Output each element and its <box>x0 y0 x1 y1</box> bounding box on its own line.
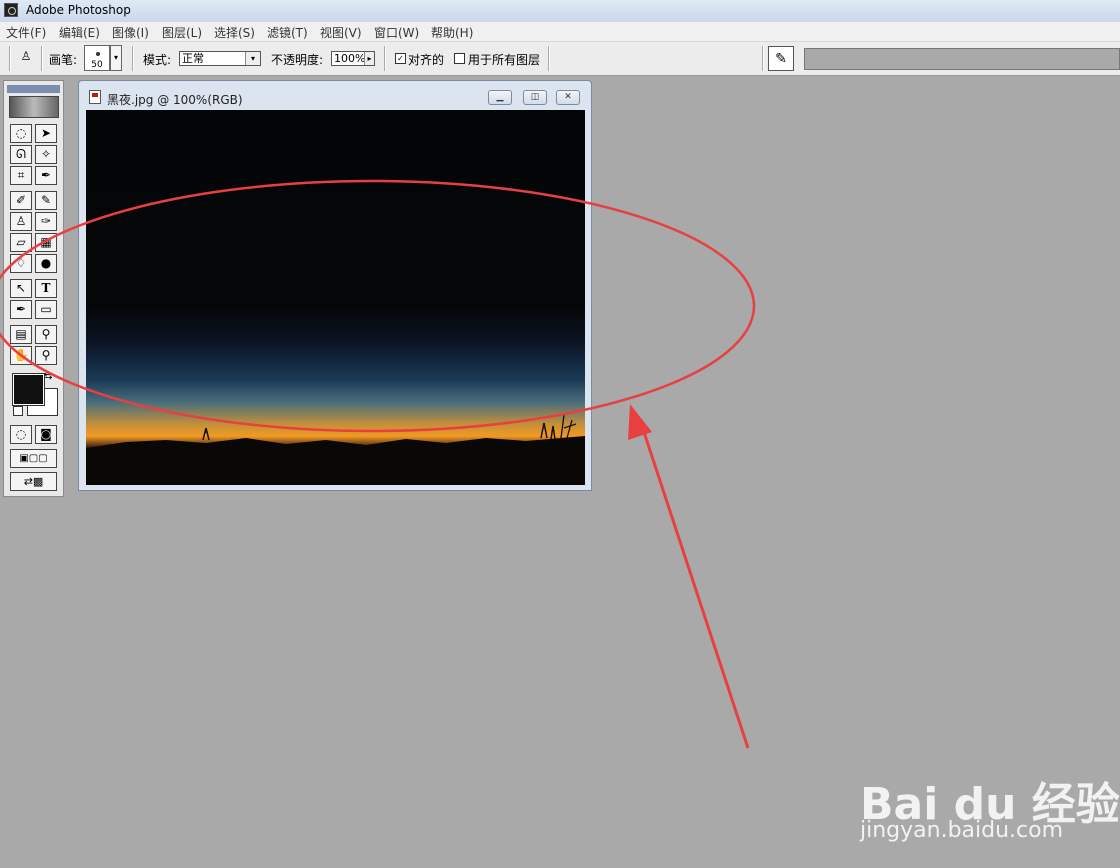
history-brush-icon[interactable]: ✑ <box>35 212 57 231</box>
opacity-value: 100% <box>334 52 366 65</box>
eyedropper-icon[interactable]: ⚲ <box>35 325 57 344</box>
shape-icon[interactable]: ▭ <box>35 300 57 319</box>
options-divider <box>132 46 134 71</box>
options-divider <box>41 46 43 71</box>
crop-icon[interactable]: ⌗ <box>10 166 32 185</box>
toolbox-header[interactable] <box>7 85 60 93</box>
mode-value: 正常 <box>182 52 204 65</box>
photoshop-app-icon <box>4 3 18 17</box>
opacity-field[interactable]: 100% ▸ <box>331 51 375 66</box>
blur-icon[interactable]: ♢ <box>10 254 32 273</box>
all-layers-label: 用于所有图层 <box>468 53 541 67</box>
options-divider <box>548 46 550 71</box>
window-title: Adobe Photoshop <box>26 3 131 17</box>
menu-window[interactable]: 窗口(W) <box>374 24 419 41</box>
move-icon[interactable]: ➤ <box>35 124 57 143</box>
maximize-button[interactable]: ◫ <box>523 90 547 105</box>
chevron-right-icon[interactable]: ▸ <box>364 52 374 65</box>
clone-stamp-icon[interactable]: ♙ <box>10 212 32 231</box>
standard-mode-icon[interactable]: ◌ <box>10 425 32 444</box>
options-grip <box>9 46 11 71</box>
red-arrow-head <box>628 404 652 440</box>
pen-icon[interactable]: ✒ <box>10 300 32 319</box>
swap-colors-icon[interactable]: ⇆ <box>44 371 52 382</box>
healing-icon[interactable]: ✐ <box>10 191 32 210</box>
menu-view[interactable]: 视图(V) <box>320 24 362 41</box>
options-divider <box>762 46 764 71</box>
menu-bar: 文件(F) 编辑(E) 图像(I) 图层(L) 选择(S) 滤镜(T) 视图(V… <box>0 22 1120 42</box>
night-horizon-image <box>86 414 585 485</box>
menu-image[interactable]: 图像(I) <box>112 24 149 41</box>
default-colors-icon[interactable] <box>13 406 23 416</box>
eraser-icon[interactable]: ▱ <box>10 233 32 252</box>
options-divider <box>384 46 386 71</box>
menu-filter[interactable]: 滤镜(T) <box>267 24 308 41</box>
brush-tip-icon <box>96 52 100 56</box>
minimize-button[interactable]: ▁ <box>488 90 512 105</box>
document-title: 黑夜.jpg @ 100%(RGB) <box>107 93 243 107</box>
document-icon <box>89 90 101 104</box>
menu-select[interactable]: 选择(S) <box>214 24 255 41</box>
gradient-icon[interactable]: ▦ <box>35 233 57 252</box>
image-canvas[interactable] <box>86 110 585 485</box>
chevron-down-icon: ▾ <box>245 52 260 65</box>
all-layers-checkbox[interactable] <box>454 53 465 64</box>
menu-file[interactable]: 文件(F) <box>6 24 46 41</box>
zoom-icon[interactable]: ⚲ <box>35 346 57 365</box>
dodge-icon[interactable]: ● <box>35 254 57 273</box>
brush-icon[interactable]: ✎ <box>35 191 57 210</box>
document-window: 黑夜.jpg @ 100%(RGB) ▁ ◫ ✕ <box>78 80 592 491</box>
jump-to-imageready-icon[interactable]: ⇄▩ <box>10 472 57 491</box>
brush-preset-picker[interactable]: 50 <box>84 45 110 71</box>
text-icon[interactable]: T <box>35 279 57 298</box>
notes-icon[interactable]: ▤ <box>10 325 32 344</box>
foreground-color-swatch[interactable] <box>12 373 45 406</box>
menu-layer[interactable]: 图层(L) <box>162 24 202 41</box>
options-bar: ♙ 画笔: 50 ▾ 模式: 正常 ▾ 不透明度: 100% ▸ ✓ 对齐的 用… <box>0 42 1120 76</box>
screen-mode-icons[interactable]: ▣▢▢ <box>10 449 57 468</box>
toolbox: ◌ ➤ ᘏ ✧ ⌗ ✒ ✐ ✎ ♙ ✑ ▱ ▦ ♢ ● ↖ T ✒ ▭ ▤ ⚲ … <box>3 80 64 497</box>
brush-label: 画笔: <box>49 53 78 67</box>
menu-edit[interactable]: 编辑(E) <box>59 24 100 41</box>
mode-label: 模式: <box>143 53 172 67</box>
baidu-watermark-url: jingyan.baidu.com <box>860 818 1064 843</box>
brushes-palette-button[interactable]: ✎ <box>768 46 794 71</box>
mode-select[interactable]: 正常 ▾ <box>179 51 261 66</box>
aligned-checkbox[interactable]: ✓ <box>395 53 406 64</box>
brush-size: 50 <box>91 60 103 70</box>
quick-mask-icon[interactable]: ◙ <box>35 425 57 444</box>
red-arrow-shaft <box>638 419 750 749</box>
close-button[interactable]: ✕ <box>556 90 580 105</box>
hand-icon[interactable]: ✋ <box>10 346 32 365</box>
opacity-label: 不透明度: <box>271 53 324 67</box>
magic-wand-icon[interactable]: ✧ <box>35 145 57 164</box>
marquee-icon[interactable]: ◌ <box>10 124 32 143</box>
brush-dropdown-button[interactable]: ▾ <box>110 45 122 71</box>
path-select-icon[interactable]: ↖ <box>10 279 32 298</box>
toolbox-logo[interactable] <box>9 96 59 118</box>
palette-well <box>804 48 1120 70</box>
clone-stamp-tool-icon[interactable]: ♙ <box>15 48 37 67</box>
aligned-label: 对齐的 <box>408 53 445 67</box>
menu-help[interactable]: 帮助(H) <box>431 24 473 41</box>
slice-icon[interactable]: ✒ <box>35 166 57 185</box>
title-bar: Adobe Photoshop <box>0 0 1120 23</box>
lasso-icon[interactable]: ᘏ <box>10 145 32 164</box>
